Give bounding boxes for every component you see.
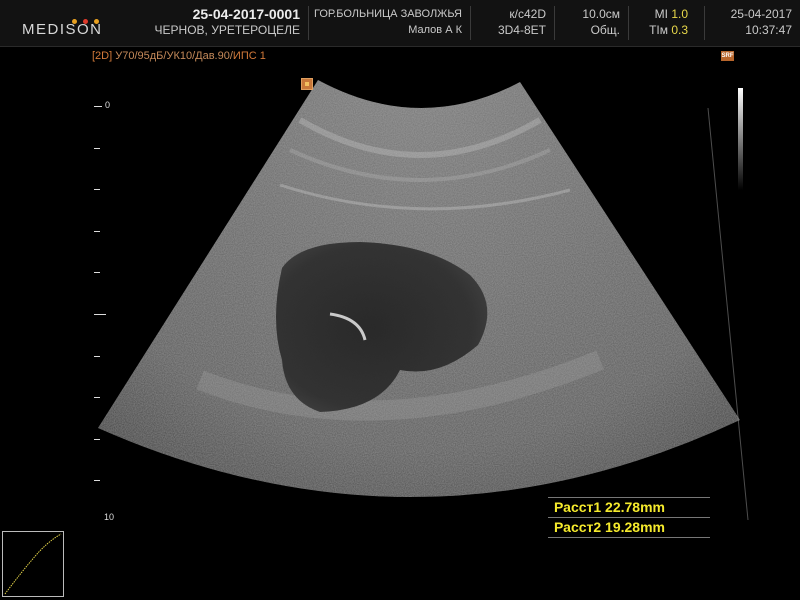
- depth-scale: 0 10: [94, 100, 124, 540]
- depth-tick: [94, 106, 102, 107]
- depth-tick: [94, 439, 100, 440]
- measurement-row: Расст2 19.28mm: [548, 517, 710, 538]
- sector-scan: [98, 80, 749, 521]
- depth-tick: [94, 148, 100, 149]
- measurement-label: Расст2: [554, 519, 602, 535]
- depth-tick: [94, 231, 100, 232]
- depth-bottom-label: 10: [104, 512, 115, 522]
- depth-tick: [94, 397, 100, 398]
- depth-tick: [94, 314, 106, 315]
- focus-marker: [301, 78, 313, 90]
- gamma-curve: [2, 531, 64, 597]
- measurement-panel: Расст1 22.78mm Расст2 19.28mm: [548, 497, 710, 538]
- measurement-value: 22.78mm: [605, 499, 665, 515]
- srf-indicator: SRF: [721, 51, 734, 61]
- measurement-row: Расст1 22.78mm: [548, 497, 710, 517]
- grayscale-bar: [738, 88, 743, 190]
- depth-tick: [94, 189, 100, 190]
- depth-tick: [94, 356, 100, 357]
- depth-tick: [94, 272, 100, 273]
- measurement-value: 19.28mm: [605, 519, 665, 535]
- measurement-label: Расст1: [554, 499, 602, 515]
- depth-tick: [94, 480, 100, 481]
- depth-top-label: 0: [105, 100, 111, 110]
